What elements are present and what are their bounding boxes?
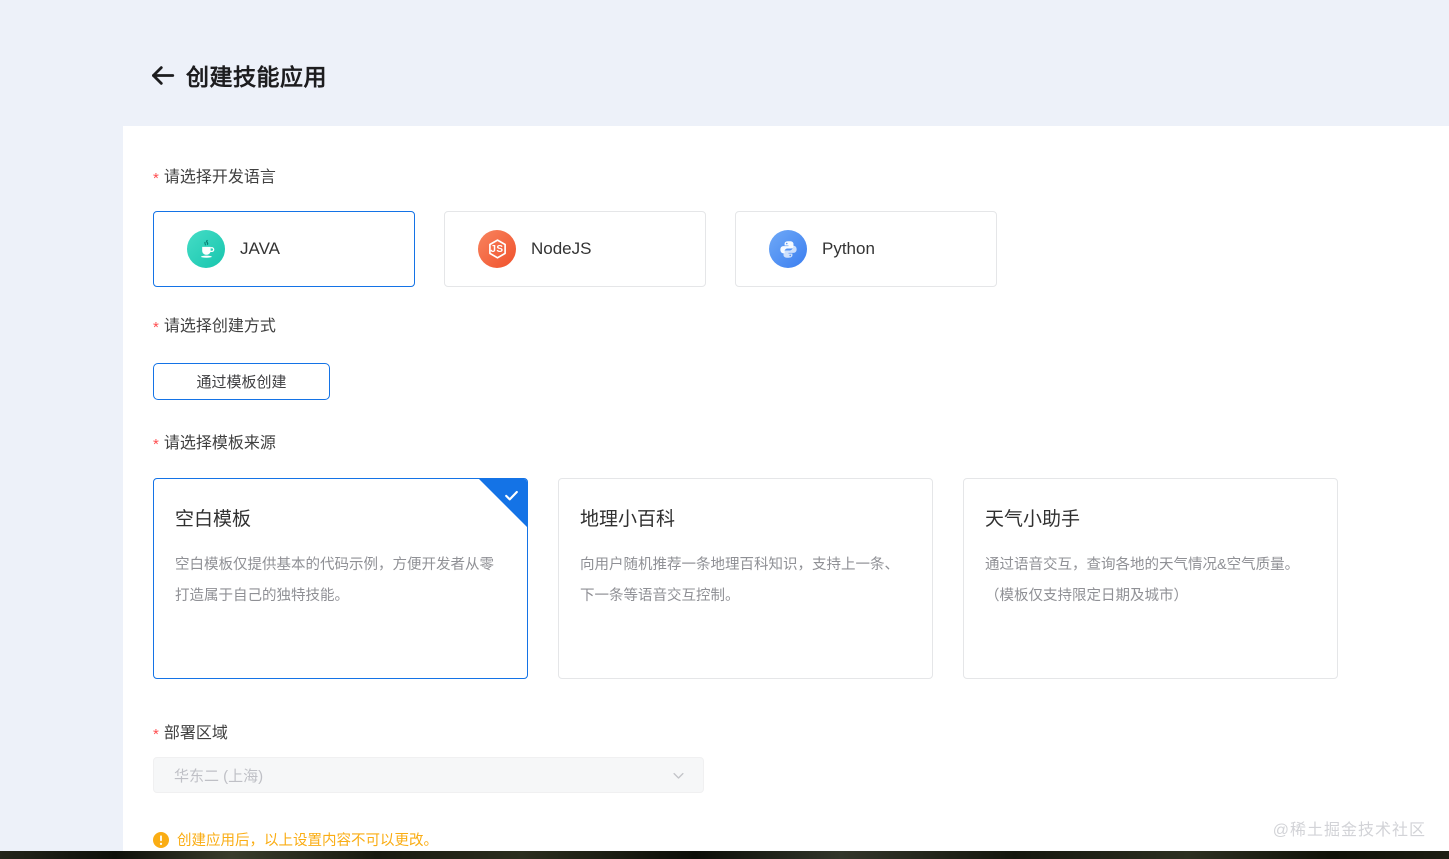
language-option-python[interactable]: Python — [735, 211, 997, 287]
back-arrow-icon — [151, 65, 174, 85]
desktop-background-strip — [0, 851, 1449, 859]
language-options-row: JAVA JS NodeJS Python — [153, 211, 1419, 287]
field-label-template-source-text: 请选择模板来源 — [163, 435, 276, 452]
field-label-region: * 部署区域 — [153, 724, 1419, 744]
template-description: 通过语音交互，查询各地的天气情况&空气质量。（模板仅支持限定日期及城市） — [985, 557, 1300, 604]
page-title: 创建技能应用 — [186, 64, 327, 90]
check-icon — [505, 490, 518, 501]
notice-text: 创建应用后，以上设置内容不可以更改。 — [177, 833, 438, 849]
field-label-language: * 请选择开发语言 — [153, 168, 1419, 188]
watermark: @稀土掘金技术社区 — [1272, 822, 1426, 839]
field-label-template-source: * 请选择模板来源 — [153, 434, 1419, 454]
region-select[interactable]: 华东二 (上海) — [153, 757, 704, 793]
content-panel: * 请选择开发语言 JAVA JS NodeJS Python * 请选择创建方… — [123, 126, 1449, 851]
language-option-nodejs[interactable]: JS NodeJS — [444, 211, 706, 287]
nodejs-icon: JS — [478, 230, 516, 268]
field-label-creation-method-text: 请选择创建方式 — [163, 318, 276, 335]
warning-icon — [153, 831, 169, 848]
chevron-down-icon — [673, 772, 684, 779]
template-option-weather[interactable]: 天气小助手 通过语音交互，查询各地的天气情况&空气质量。（模板仅支持限定日期及城… — [963, 478, 1338, 679]
required-asterisk: * — [153, 726, 159, 743]
field-label-language-text: 请选择开发语言 — [163, 169, 276, 186]
create-by-template-button[interactable]: 通过模板创建 — [153, 363, 330, 400]
template-description: 向用户随机推荐一条地理百科知识，支持上一条、下一条等语音交互控制。 — [580, 557, 899, 604]
required-asterisk: * — [153, 170, 159, 187]
language-option-label: Python — [822, 239, 875, 258]
language-option-java[interactable]: JAVA — [153, 211, 415, 287]
template-title: 天气小助手 — [985, 509, 1081, 530]
template-options-row: 空白模板 空白模板仅提供基本的代码示例，方便开发者从零打造属于自己的独特技能。 … — [153, 478, 1419, 679]
field-label-region-text: 部署区域 — [163, 725, 228, 742]
template-option-blank[interactable]: 空白模板 空白模板仅提供基本的代码示例，方便开发者从零打造属于自己的独特技能。 — [153, 478, 528, 679]
language-option-label: JAVA — [240, 239, 280, 258]
page-header: 创建技能应用 — [0, 0, 1449, 126]
field-label-creation-method: * 请选择创建方式 — [153, 317, 1419, 337]
nodejs-icon-text: JS — [490, 243, 504, 255]
required-asterisk: * — [153, 436, 159, 453]
required-asterisk: * — [153, 319, 159, 336]
template-title: 地理小百科 — [580, 509, 676, 530]
language-option-label: NodeJS — [531, 239, 592, 258]
java-icon — [187, 230, 225, 268]
template-description: 空白模板仅提供基本的代码示例，方便开发者从零打造属于自己的独特技能。 — [175, 557, 494, 604]
template-option-geography[interactable]: 地理小百科 向用户随机推荐一条地理百科知识，支持上一条、下一条等语音交互控制。 — [558, 478, 933, 679]
python-icon — [769, 230, 807, 268]
back-button[interactable] — [147, 60, 177, 90]
immutable-settings-notice: 创建应用后，以上设置内容不可以更改。 — [153, 829, 1419, 850]
template-title: 空白模板 — [175, 509, 252, 530]
region-select-value: 华东二 (上海) — [174, 767, 264, 785]
